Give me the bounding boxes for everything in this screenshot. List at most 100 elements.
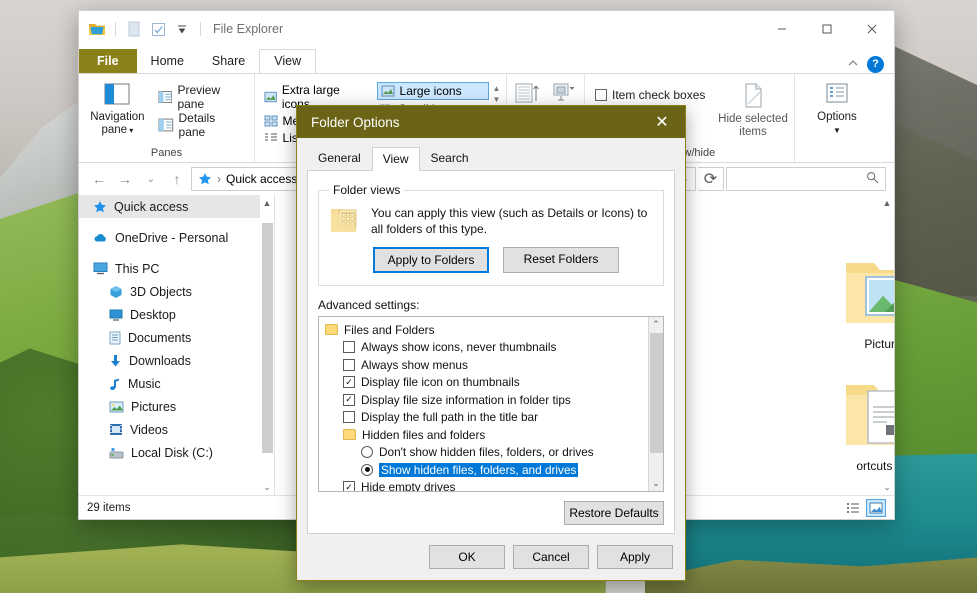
- dialog-tab-view[interactable]: View: [371, 147, 420, 171]
- sidebar-item-desktop[interactable]: Desktop: [79, 303, 274, 326]
- item-check-boxes-option[interactable]: Item check boxes: [591, 84, 712, 106]
- sidebar-item-this-pc[interactable]: This PC: [79, 257, 274, 280]
- preview-pane-button[interactable]: Preview pane: [154, 83, 248, 111]
- cancel-button[interactable]: Cancel: [513, 545, 589, 569]
- dialog-tabs: General View Search: [297, 138, 685, 171]
- restore-defaults-button[interactable]: Restore Defaults: [564, 501, 664, 525]
- content-scrollbar[interactable]: ▲ ⌄: [880, 195, 894, 495]
- options-button[interactable]: Options ▼: [802, 80, 872, 137]
- apply-button[interactable]: Apply: [597, 545, 673, 569]
- item-check-boxes-checkbox[interactable]: [595, 89, 607, 101]
- tab-view[interactable]: View: [259, 49, 317, 74]
- quick-access-toolbar[interactable]: [79, 19, 205, 39]
- adv-row-dont-show-hidden[interactable]: Don't show hidden files, folders, or dri…: [325, 444, 663, 462]
- properties-icon[interactable]: [124, 19, 144, 39]
- collapse-ribbon-icon[interactable]: [847, 55, 859, 73]
- options-label: Options: [817, 111, 857, 123]
- advanced-scroll-thumb[interactable]: [650, 333, 663, 453]
- sidebar-item-videos[interactable]: Videos: [79, 418, 274, 441]
- details-view-button[interactable]: [843, 499, 863, 517]
- advanced-settings-rows: Files and Folders Always show icons, nev…: [319, 317, 663, 492]
- sidebar-scroll-down-icon[interactable]: ⌄: [260, 479, 274, 495]
- adv-row-files-and-folders[interactable]: Files and Folders: [325, 321, 663, 339]
- layout-large-icons[interactable]: Large icons: [376, 82, 489, 100]
- breadcrumb-current[interactable]: Quick access: [226, 172, 297, 186]
- checkbox-always-show-icons[interactable]: [343, 341, 355, 354]
- minimize-button[interactable]: [759, 11, 804, 47]
- folder-icon[interactable]: [87, 19, 107, 39]
- sidebar-label-videos: Videos: [130, 422, 168, 437]
- forward-button[interactable]: →: [113, 167, 137, 191]
- maximize-button[interactable]: [804, 11, 849, 47]
- folder-icon-hidden-files: [343, 429, 356, 441]
- content-scroll-down-icon[interactable]: ⌄: [880, 479, 894, 495]
- adv-row-hidden-files-and-folders[interactable]: Hidden files and folders: [325, 426, 663, 444]
- close-button[interactable]: [849, 11, 894, 47]
- layout-scroll-up-icon[interactable]: ▲: [493, 84, 501, 93]
- tab-share[interactable]: Share: [198, 50, 259, 73]
- recent-locations-button[interactable]: ⌄: [139, 167, 163, 191]
- tab-file[interactable]: File: [79, 49, 137, 73]
- help-icon[interactable]: ?: [867, 55, 884, 73]
- tab-home[interactable]: Home: [137, 50, 198, 73]
- ribbon-group-panes: Navigation pane ▾ Preview pane Details p…: [79, 74, 255, 162]
- sidebar-scroll-up-icon[interactable]: ▲: [260, 195, 274, 211]
- search-input[interactable]: [726, 167, 886, 191]
- customize-dropdown-icon[interactable]: [172, 19, 192, 39]
- sidebar-item-music[interactable]: Music: [79, 372, 274, 395]
- adv-row-display-file-icon[interactable]: ✓ Display file icon on thumbnails: [325, 374, 663, 392]
- advanced-scroll-up-icon[interactable]: ⌃: [649, 317, 663, 332]
- sidebar-item-quick-access[interactable]: Quick access: [79, 195, 274, 218]
- ok-button[interactable]: OK: [429, 545, 505, 569]
- adv-row-display-file-size[interactable]: ✓ Display file size information in folde…: [325, 391, 663, 409]
- adv-row-always-show-icons[interactable]: Always show icons, never thumbnails: [325, 339, 663, 357]
- advanced-settings-scrollbar[interactable]: ⌃ ⌄: [648, 317, 663, 491]
- reset-folders-button[interactable]: Reset Folders: [503, 247, 619, 273]
- dialog-tab-general[interactable]: General: [307, 146, 372, 170]
- dialog-tab-search[interactable]: Search: [420, 146, 480, 170]
- folder-icon: [325, 324, 338, 336]
- sidebar-scrollbar[interactable]: ▲ ⌄: [260, 195, 274, 495]
- sidebar-scroll-thumb[interactable]: [262, 223, 273, 453]
- pictures-icon: [109, 401, 124, 412]
- radio-dont-show-hidden[interactable]: [361, 446, 373, 459]
- radio-show-hidden[interactable]: [361, 463, 373, 476]
- layout-scroll-down-icon[interactable]: ▼: [493, 95, 501, 104]
- details-pane-button[interactable]: Details pane: [154, 111, 248, 139]
- hide-selected-items-button[interactable]: Hide selected items: [718, 80, 788, 139]
- checkbox-always-show-menus[interactable]: [343, 358, 355, 371]
- sidebar-item-3d-objects[interactable]: 3D Objects: [79, 280, 274, 303]
- advanced-settings-list[interactable]: Files and Folders Always show icons, nev…: [318, 316, 664, 492]
- sidebar-item-onedrive[interactable]: OneDrive - Personal: [79, 226, 274, 249]
- up-button[interactable]: ↑: [165, 167, 189, 191]
- ribbon-tabs-right: ?: [847, 55, 894, 73]
- adv-label-hide-empty-drives: Hide empty drives: [361, 480, 456, 492]
- dialog-close-button[interactable]: ✕: [643, 106, 681, 138]
- adv-row-show-hidden[interactable]: Show hidden files, folders, and drives: [325, 461, 663, 479]
- sidebar-item-pictures[interactable]: Pictures: [79, 395, 274, 418]
- advanced-scroll-down-icon[interactable]: ⌄: [649, 476, 663, 491]
- content-scroll-up-icon[interactable]: ▲: [880, 195, 894, 211]
- search-icon[interactable]: [866, 171, 879, 187]
- sidebar-item-local-disk-c[interactable]: Local Disk (C:): [79, 441, 274, 464]
- checkbox-hide-empty-drives[interactable]: ✓: [343, 481, 355, 491]
- sidebar-label-onedrive: OneDrive - Personal: [115, 230, 229, 245]
- navigation-pane-label-line1: Navigation: [90, 111, 145, 123]
- new-folder-checkbox-icon[interactable]: [148, 19, 168, 39]
- navigation-pane-button[interactable]: Navigation pane ▾: [85, 80, 150, 137]
- sidebar-label-local-disk-c: Local Disk (C:): [131, 445, 213, 460]
- checkbox-display-file-icon[interactable]: ✓: [343, 376, 355, 389]
- adv-label-display-full-path: Display the full path in the title bar: [361, 410, 539, 425]
- sidebar-item-downloads[interactable]: Downloads: [79, 349, 274, 372]
- options-caret-icon[interactable]: ▼: [833, 126, 841, 135]
- apply-to-folders-button[interactable]: Apply to Folders: [373, 247, 489, 273]
- adv-row-always-show-menus[interactable]: Always show menus: [325, 356, 663, 374]
- back-button[interactable]: ←: [87, 167, 111, 191]
- adv-row-display-full-path[interactable]: Display the full path in the title bar: [325, 409, 663, 427]
- refresh-button[interactable]: ⟳: [698, 167, 724, 191]
- adv-row-hide-empty-drives[interactable]: ✓ Hide empty drives: [325, 479, 663, 492]
- checkbox-display-full-path[interactable]: [343, 411, 355, 424]
- large-icons-view-button[interactable]: [866, 498, 886, 517]
- checkbox-display-file-size[interactable]: ✓: [343, 393, 355, 406]
- sidebar-item-documents[interactable]: Documents: [79, 326, 274, 349]
